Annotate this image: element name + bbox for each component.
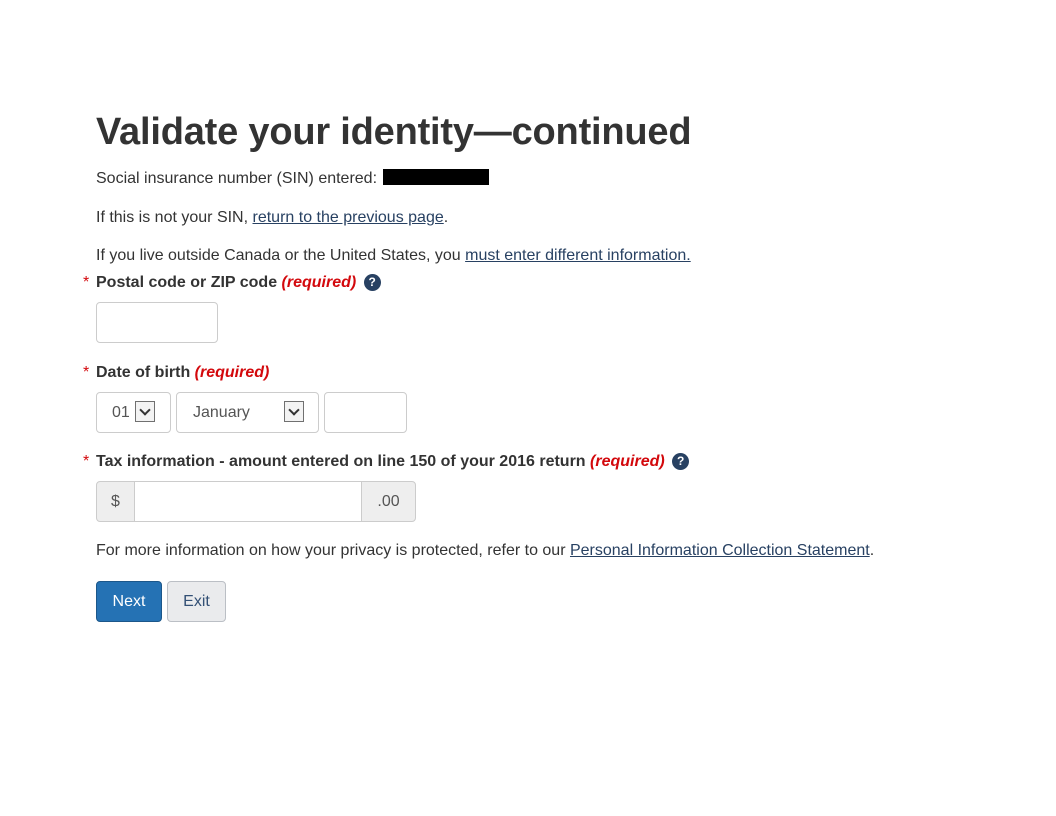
chevron-down-icon[interactable] [135, 401, 155, 422]
postal-code-input[interactable] [96, 302, 218, 343]
postal-code-label: * Postal code or ZIP code (required) ? [83, 273, 1026, 293]
question-circle-icon[interactable]: ? [672, 453, 690, 470]
exit-button[interactable]: Exit [167, 581, 226, 622]
cents-suffix: .00 [361, 481, 416, 522]
return-previous-page-link[interactable]: return to the previous page [253, 209, 444, 226]
next-button[interactable]: Next [96, 581, 162, 622]
required-asterisk: * [83, 274, 90, 291]
question-circle-icon[interactable]: ? [363, 274, 381, 291]
required-asterisk: * [83, 364, 90, 381]
birth-month-select[interactable]: January [176, 392, 319, 433]
tax-information-label-text: Tax information - amount entered on line… [96, 453, 586, 470]
required-asterisk: * [83, 453, 90, 470]
chevron-down-icon[interactable] [284, 401, 304, 422]
main-content: Validate your identity—continued Social … [83, 110, 1026, 622]
birth-month-value: January [193, 403, 250, 421]
not-sin-prefix: If this is not your SIN, [96, 209, 253, 226]
date-of-birth-fields: 01 January [96, 392, 1026, 433]
required-indicator: (required) [194, 364, 270, 381]
page-title: Validate your identity—continued [96, 111, 692, 153]
postal-code-label-text: Postal code or ZIP code [96, 274, 278, 291]
privacy-line: For more information on how your privacy… [96, 541, 1026, 561]
form-actions: Next Exit [96, 581, 1026, 622]
dollar-prefix: $ [96, 481, 135, 522]
outside-prefix: If you live outside Canada or the United… [96, 247, 466, 264]
sin-label: Social insurance number (SIN) entered: [96, 170, 378, 187]
birth-day-select[interactable]: 01 [96, 392, 171, 433]
outside-canada-line: If you live outside Canada or the United… [96, 246, 1026, 266]
birth-day-value: 01 [112, 403, 130, 421]
not-sin-suffix: . [443, 209, 449, 226]
not-your-sin-line: If this is not your SIN, return to the p… [96, 208, 1026, 228]
birth-year-input[interactable] [324, 392, 407, 433]
privacy-prefix: For more information on how your privacy… [96, 542, 570, 559]
date-of-birth-label-text: Date of birth [96, 364, 191, 381]
required-indicator: (required) [281, 274, 357, 291]
tax-amount-input-group: $ .00 [96, 481, 1026, 522]
date-of-birth-label: * Date of birth (required) [83, 363, 1026, 383]
personal-information-collection-statement-link[interactable]: Personal Information Collection Statemen… [570, 542, 870, 559]
sin-redacted-value [383, 169, 490, 185]
required-indicator: (required) [590, 453, 665, 470]
tax-information-label: * Tax information - amount entered on li… [83, 452, 1026, 472]
tax-amount-input[interactable] [135, 481, 361, 522]
different-information-link[interactable]: must enter different information. [465, 247, 691, 264]
privacy-suffix: . [869, 542, 875, 559]
sin-entered-line: Social insurance number (SIN) entered: [96, 169, 1026, 189]
